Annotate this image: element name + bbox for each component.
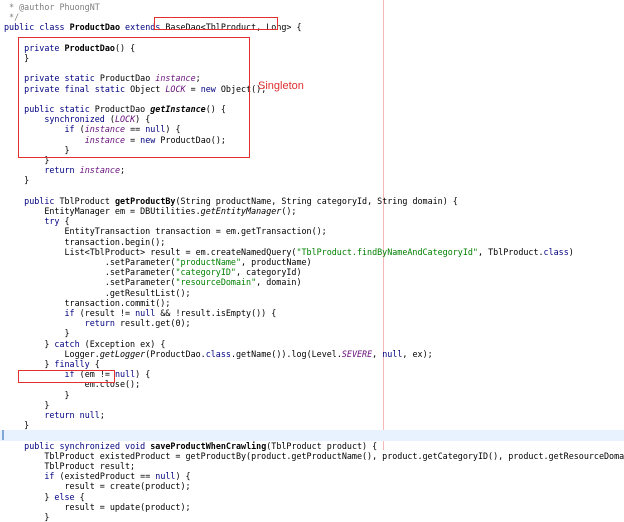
highlight-box-basedao [154,17,278,30]
code-line[interactable]: } finally { [0,359,624,369]
code-line[interactable]: Logger.getLogger(ProductDao.class.getNam… [0,349,624,359]
code-editor[interactable]: * @author PhuongNT */public class Produc… [0,0,624,522]
code-line[interactable]: transaction.begin(); [0,237,624,247]
code-line[interactable]: try { [0,216,624,226]
code-line[interactable]: } [0,328,624,338]
highlight-box-public-synchronized [18,370,115,383]
code-line[interactable]: .getResultList(); [0,288,624,298]
gutter-change-marker [2,430,4,441]
code-line[interactable]: return instance; [0,165,624,175]
code-line[interactable]: public synchronized void saveProductWhen… [0,441,624,451]
code-line[interactable]: .setParameter("resourceDomain", domain) [0,277,624,287]
code-line[interactable]: EntityTransaction transaction = em.getTr… [0,226,624,236]
code-line[interactable]: result = create(product); [0,481,624,491]
code-line[interactable]: TblProduct existedProduct = getProductBy… [0,451,624,461]
code-line[interactable] [0,430,624,441]
code-line[interactable]: transaction.commit(); [0,298,624,308]
highlight-box-singleton [18,37,250,158]
code-line[interactable]: } [0,512,624,522]
code-line[interactable]: EntityManager em = DBUtilities.getEntity… [0,206,624,216]
code-line[interactable]: public class ProductDao extends BaseDao<… [0,22,624,32]
code-line[interactable]: } catch (Exception ex) { [0,339,624,349]
code-line[interactable]: return null; [0,410,624,420]
code-line[interactable]: result = update(product); [0,502,624,512]
code-line[interactable]: if (result != null && !result.isEmpty())… [0,308,624,318]
code-line[interactable]: } [0,400,624,410]
code-line[interactable]: TblProduct result; [0,461,624,471]
code-line[interactable] [0,186,624,196]
code-line[interactable]: * @author PhuongNT [0,2,624,12]
singleton-annotation: Singleton [258,80,304,92]
code-line[interactable]: .setParameter("productName", productName… [0,257,624,267]
code-line[interactable]: return result.get(0); [0,318,624,328]
code-line[interactable]: } [0,390,624,400]
code-line[interactable]: } else { [0,492,624,502]
code-line[interactable]: if (existedProduct == null) { [0,471,624,481]
code-line[interactable]: public TblProduct getProductBy(String pr… [0,196,624,206]
code-line[interactable]: .setParameter("categoryID", categoryId) [0,267,624,277]
code-line[interactable]: } [0,175,624,185]
code-line[interactable]: */ [0,12,624,22]
code-line[interactable]: List<TblProduct> result = em.createNamed… [0,247,624,257]
code-line[interactable]: } [0,420,624,430]
